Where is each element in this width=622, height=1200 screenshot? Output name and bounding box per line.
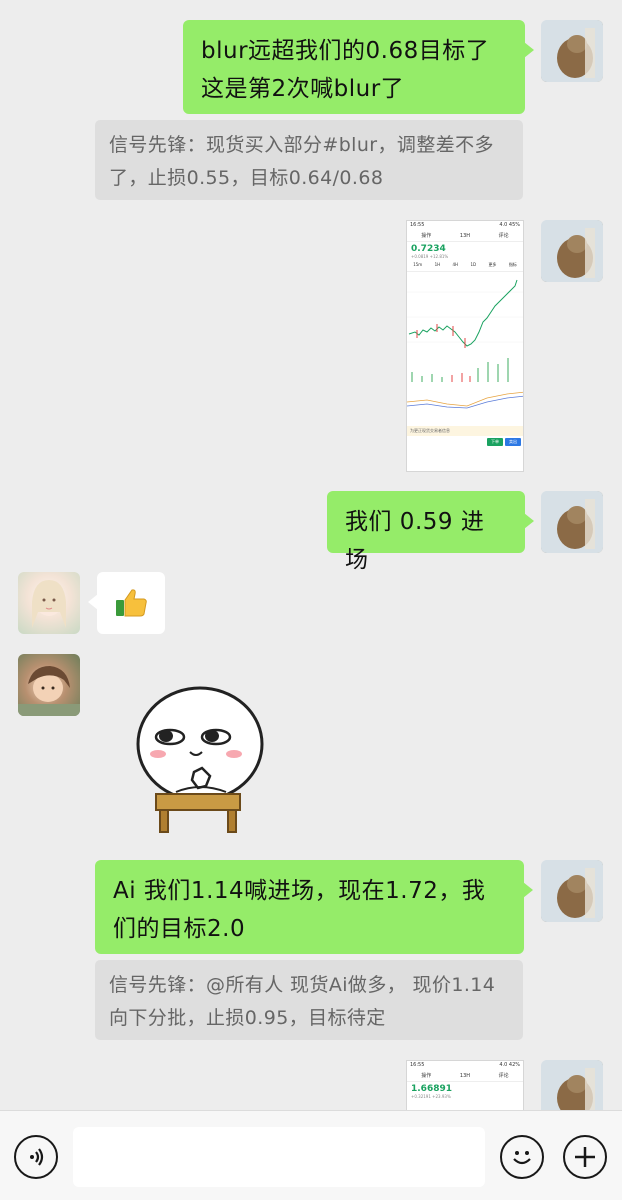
candlestick-chart-graphic bbox=[407, 279, 523, 409]
quote-text: 信号先锋：@所有人 现货Ai做多， 现价1.14 bbox=[109, 974, 496, 996]
sell-button: 卖出 bbox=[505, 438, 521, 446]
smiley-icon bbox=[513, 1151, 531, 1165]
message-text: blur远超我们的0.68目标了 bbox=[201, 38, 490, 64]
message-bubble-received[interactable]: 👍 bbox=[88, 572, 165, 634]
nav-item: 13H bbox=[459, 1072, 471, 1079]
action-bar: 下单 卖出 bbox=[407, 436, 523, 448]
quote-text: 信号先锋：现货买入部分#blur，调整差不多 bbox=[109, 134, 494, 156]
plus-icon bbox=[575, 1147, 595, 1167]
buy-button: 下单 bbox=[487, 438, 503, 446]
quote-text: 向下分批，止损0.95，目标待定 bbox=[109, 1007, 386, 1029]
nav-item: 评论 bbox=[498, 1073, 509, 1079]
sticker-bowing-character[interactable] bbox=[130, 682, 280, 842]
message-text: 我们 0.59 进场 bbox=[345, 509, 485, 573]
avatar-self[interactable] bbox=[541, 860, 603, 922]
image-message-chart-screenshot[interactable]: 16:55 4.0 45% 操作 13H 评论 0.7234 +0.0819 +… bbox=[406, 220, 524, 472]
screenshot-nav: 操作 13H 评论 bbox=[407, 230, 523, 242]
nav-item: 13H bbox=[459, 232, 471, 239]
chat-area[interactable]: blur远超我们的0.68目标了 这是第2次喊blur了 信号先锋：现货买入部分… bbox=[0, 0, 622, 1110]
price-change: +0.32191 +23.93% bbox=[411, 1094, 451, 1099]
voice-icon bbox=[30, 1148, 44, 1166]
screenshot-nav: 操作 13H 评论 bbox=[407, 1070, 523, 1082]
message-text: 这是第2次喊blur了 bbox=[201, 76, 405, 102]
avatar-self[interactable] bbox=[541, 20, 603, 82]
status-bar: 16:55 4.0 45% bbox=[407, 221, 523, 230]
message-text: 们的目标2.0 bbox=[113, 916, 246, 942]
status-right: 4.0 42% bbox=[499, 1062, 520, 1068]
price-value: 1.66891 bbox=[411, 1084, 452, 1094]
nav-item: 评论 bbox=[498, 233, 509, 239]
quote-text: 了，止损0.55，目标0.64/0.68 bbox=[109, 167, 384, 189]
voice-button[interactable] bbox=[14, 1135, 58, 1179]
tab: 1H bbox=[434, 262, 441, 267]
image-message-chart-screenshot-2[interactable]: 16:55 4.0 42% 操作 13H 评论 1.66891 +0.32191… bbox=[406, 1060, 524, 1110]
message-bubble-sent[interactable]: 我们 0.59 进场 bbox=[327, 491, 534, 573]
status-time: 16:55 bbox=[410, 1062, 425, 1068]
avatar-contact-baby[interactable] bbox=[18, 654, 80, 716]
emoji-button[interactable] bbox=[500, 1135, 544, 1179]
nav-item: 操作 bbox=[421, 233, 432, 239]
timeframe-tabs: 15m 1H 4H 1D 更多 指标 bbox=[407, 259, 523, 272]
message-text: Ai 我们1.14喊进场，现在1.72，我 bbox=[113, 878, 486, 904]
quoted-message[interactable]: 信号先锋：@所有人 现货Ai做多， 现价1.14 向下分批，止损0.95，目标待… bbox=[95, 960, 523, 1040]
avatar-self[interactable] bbox=[541, 1060, 603, 1110]
message-bubble-sent[interactable]: Ai 我们1.14喊进场，现在1.72，我 们的目标2.0 bbox=[95, 860, 533, 954]
nav-item: 操作 bbox=[421, 1073, 432, 1079]
tab: 指标 bbox=[508, 262, 517, 267]
status-right: 4.0 45% bbox=[499, 222, 520, 228]
avatar-contact-girl[interactable] bbox=[18, 572, 80, 634]
more-button[interactable] bbox=[563, 1135, 607, 1179]
message-input[interactable] bbox=[73, 1127, 485, 1187]
tab: 1D bbox=[470, 262, 477, 267]
notice-banner: 为更正现货交易者信息 bbox=[407, 426, 523, 436]
status-time: 16:55 bbox=[410, 222, 425, 228]
chat-input-bar bbox=[0, 1110, 622, 1200]
tab: 15m bbox=[413, 262, 423, 267]
message-bubble-sent[interactable]: blur远超我们的0.68目标了 这是第2次喊blur了 bbox=[183, 20, 534, 114]
tab: 4H bbox=[452, 262, 459, 267]
avatar-self[interactable] bbox=[541, 220, 603, 282]
tab: 更多 bbox=[488, 262, 497, 267]
avatar-self[interactable] bbox=[541, 491, 603, 553]
quoted-message[interactable]: 信号先锋：现货买入部分#blur，调整差不多 了，止损0.55，目标0.64/0… bbox=[95, 120, 523, 200]
price-value: 0.7234 bbox=[411, 244, 446, 254]
status-bar: 16:55 4.0 42% bbox=[407, 1061, 523, 1070]
